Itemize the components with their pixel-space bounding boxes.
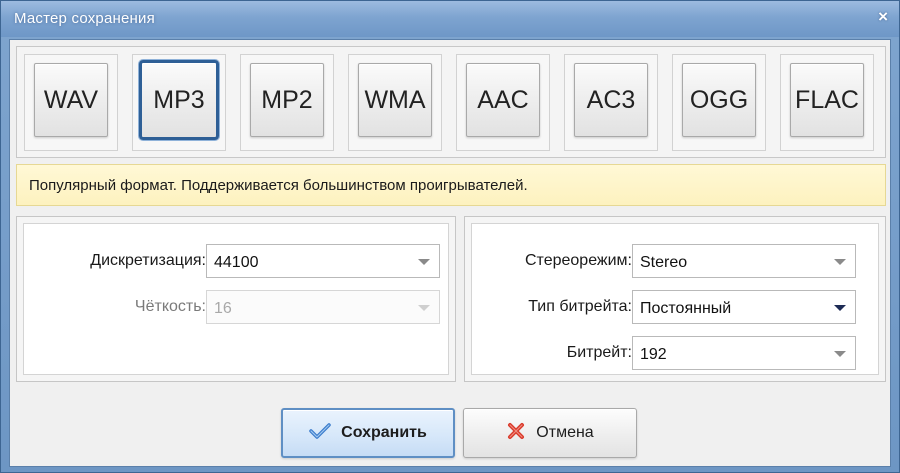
format-cell-ac3: AC3 bbox=[564, 54, 658, 151]
chevron-down-icon bbox=[834, 259, 846, 265]
format-button-flac[interactable]: FLAC bbox=[790, 63, 864, 137]
format-cell-mp2: MP2 bbox=[240, 54, 334, 151]
save-wizard-window: Мастер сохранения × WAV MP3 MP2 WMA AAC … bbox=[0, 0, 900, 473]
format-cell-aac: AAC bbox=[456, 54, 550, 151]
bit-depth-label: Чёткость: bbox=[134, 298, 206, 315]
format-button-wma[interactable]: WMA bbox=[358, 63, 432, 137]
dialog-body: WAV MP3 MP2 WMA AAC AC3 OGG FLAC Популяр… bbox=[9, 39, 891, 467]
x-mark-icon bbox=[506, 421, 526, 446]
window-title: Мастер сохранения bbox=[14, 10, 155, 27]
title-bar[interactable]: Мастер сохранения × bbox=[1, 1, 899, 37]
bitrate-dropdown[interactable]: 192 bbox=[632, 336, 856, 370]
sample-rate-dropdown[interactable]: 44100 bbox=[206, 244, 440, 278]
stereo-mode-value: Stereo bbox=[640, 254, 688, 271]
save-button-label: Сохранить bbox=[341, 424, 427, 441]
bitrate-settings-panel: Стереорежим: Stereo Тип битрейта: Постоя… bbox=[464, 216, 886, 382]
check-icon bbox=[309, 422, 331, 445]
format-cell-wav: WAV bbox=[24, 54, 118, 151]
stereo-mode-label: Стереорежим: bbox=[525, 252, 632, 269]
stereo-mode-dropdown[interactable]: Stereo bbox=[632, 244, 856, 278]
sampling-settings-inner: Дискретизация: 44100 Чёткость: 16 bbox=[23, 223, 449, 375]
sample-rate-label: Дискретизация: bbox=[90, 252, 206, 269]
bitrate-type-dropdown[interactable]: Постоянный bbox=[632, 290, 856, 324]
bit-depth-value: 16 bbox=[214, 300, 232, 317]
chevron-down-icon bbox=[418, 259, 430, 265]
cancel-button-label: Отмена bbox=[536, 424, 594, 441]
sample-rate-value: 44100 bbox=[214, 254, 259, 271]
chevron-down-icon bbox=[834, 351, 846, 357]
bitrate-label: Битрейт: bbox=[566, 344, 632, 361]
save-button[interactable]: Сохранить bbox=[281, 408, 455, 458]
format-button-ogg[interactable]: OGG bbox=[682, 63, 756, 137]
close-icon[interactable]: × bbox=[878, 8, 888, 26]
format-button-mp2[interactable]: MP2 bbox=[250, 63, 324, 137]
format-cell-mp3: MP3 bbox=[132, 54, 226, 151]
format-cell-flac: FLAC bbox=[780, 54, 874, 151]
format-button-wav[interactable]: WAV bbox=[34, 63, 108, 137]
format-button-mp3[interactable]: MP3 bbox=[139, 60, 219, 140]
format-selector: WAV MP3 MP2 WMA AAC AC3 OGG FLAC bbox=[16, 46, 886, 158]
format-cell-wma: WMA bbox=[348, 54, 442, 151]
cancel-button[interactable]: Отмена bbox=[463, 408, 637, 458]
bitrate-type-label: Тип битрейта: bbox=[528, 298, 632, 315]
bitrate-type-value: Постоянный bbox=[640, 300, 732, 317]
format-cell-ogg: OGG bbox=[672, 54, 766, 151]
chevron-down-icon bbox=[834, 305, 846, 311]
format-description-bar: Популярный формат. Поддерживается больши… bbox=[16, 164, 886, 206]
chevron-down-icon bbox=[418, 305, 430, 311]
bitrate-settings-inner: Стереорежим: Stereo Тип битрейта: Постоя… bbox=[471, 223, 879, 375]
bit-depth-dropdown: 16 bbox=[206, 290, 440, 324]
format-button-aac[interactable]: AAC bbox=[466, 63, 540, 137]
sampling-settings-panel: Дискретизация: 44100 Чёткость: 16 bbox=[16, 216, 456, 382]
format-description-text: Популярный формат. Поддерживается больши… bbox=[29, 177, 528, 194]
format-button-ac3[interactable]: AC3 bbox=[574, 63, 648, 137]
bitrate-value: 192 bbox=[640, 346, 667, 363]
